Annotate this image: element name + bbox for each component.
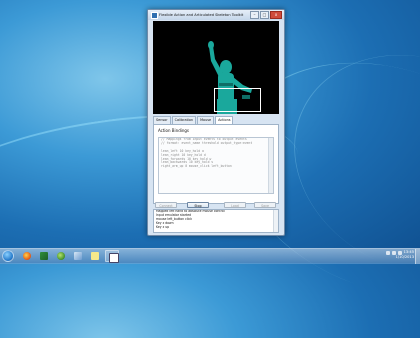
taskbar-fast-window[interactable] — [105, 250, 119, 263]
action-bindings-editor[interactable]: // Mappings from input events to output … — [158, 137, 274, 194]
tab-actions[interactable]: Actions — [215, 116, 234, 124]
app-window-icon — [109, 253, 119, 263]
tab-calibration[interactable]: Calibration — [171, 116, 197, 124]
section-title: Action Bindings — [158, 128, 189, 133]
taskbar-globe-app[interactable] — [54, 250, 68, 262]
minimize-button[interactable]: – — [250, 11, 259, 19]
control-buttons: Connect Stop Emulator Load Save — [153, 202, 279, 214]
load-button[interactable]: Load — [224, 202, 246, 208]
title-bar[interactable]: Flexible Action and Articulated Skeleton… — [148, 10, 284, 20]
app-window-icon — [151, 12, 158, 19]
clock-date: 1/10/2013 — [395, 255, 414, 259]
connect-button[interactable]: Connect — [155, 202, 177, 208]
status-log: Mapped left hand to absolute mouse contr… — [153, 209, 279, 233]
notes-icon — [91, 252, 99, 260]
bindings-scrollbar[interactable] — [268, 138, 273, 193]
window-title: Flexible Action and Articulated Skeleton… — [159, 13, 244, 17]
eraser-icon — [74, 252, 82, 260]
show-desktop-button[interactable] — [415, 249, 420, 264]
firefox-icon — [23, 252, 31, 260]
taskbar: 13:45 1/10/2013 — [0, 248, 420, 264]
depth-camera-view — [153, 21, 279, 114]
stop-emulator-button[interactable]: Stop Emulator — [187, 202, 209, 214]
taskbar-firefox[interactable] — [20, 250, 34, 262]
taskbar-clock[interactable]: 13:45 1/10/2013 — [396, 250, 414, 260]
window-controls: – □ x — [249, 11, 282, 19]
mouse-tracking-box — [214, 88, 261, 112]
save-button[interactable]: Save — [254, 202, 276, 208]
taskbar-flag-app[interactable] — [37, 250, 51, 262]
fast-toolkit-window: Flexible Action and Articulated Skeleton… — [147, 9, 285, 236]
tab-mouse[interactable]: Mouse — [197, 116, 215, 124]
tab-sensor[interactable]: Sensor — [153, 116, 171, 124]
start-orb-icon[interactable] — [2, 250, 14, 262]
maximize-button[interactable]: □ — [260, 11, 269, 19]
actions-panel: Action Bindings // Mappings from input e… — [153, 124, 279, 204]
taskbar-notes-app[interactable] — [88, 250, 102, 262]
binding-line: right_arm_up 0 mouse_click left_button — [161, 164, 232, 169]
settings-tabs: Sensor Calibration Mouse Actions — [153, 116, 234, 124]
log-scrollbar[interactable] — [273, 210, 278, 232]
taskbar-eraser-app[interactable] — [71, 250, 85, 262]
log-entry: Key z up — [156, 224, 170, 229]
earth-icon — [57, 252, 65, 260]
flag-icon[interactable] — [386, 251, 390, 255]
green-flag-icon — [40, 252, 48, 260]
close-button[interactable]: x — [270, 11, 282, 19]
